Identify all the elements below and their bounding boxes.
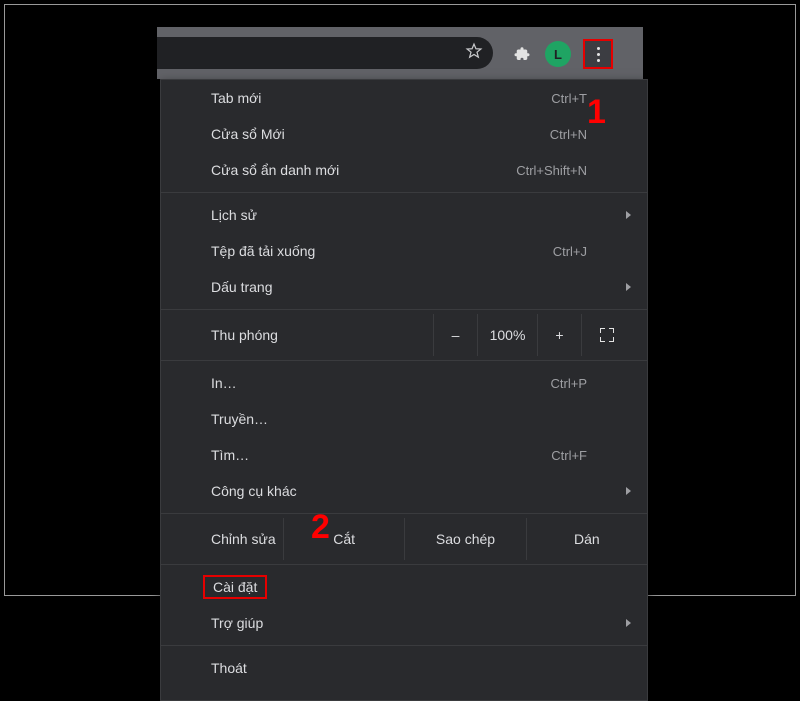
zoom-controls: – 100% +: [411, 314, 631, 356]
menu-label: Tab mới: [211, 90, 551, 106]
fullscreen-button[interactable]: [581, 314, 631, 356]
menu-label: Cài đặt: [211, 575, 631, 599]
edit-copy-button[interactable]: Sao chép: [404, 518, 525, 560]
menu-label: Thu phóng: [211, 327, 411, 343]
extensions-icon[interactable]: [509, 41, 535, 67]
edit-cut-button[interactable]: Cắt: [283, 518, 404, 560]
menu-separator: [161, 513, 647, 514]
menu-label: Truyền…: [211, 411, 631, 427]
menu-separator: [161, 309, 647, 310]
menu-item-find[interactable]: Tìm… Ctrl+F: [161, 437, 647, 473]
chevron-right-icon: [626, 619, 631, 627]
menu-item-history[interactable]: Lịch sử: [161, 197, 647, 233]
zoom-value: 100%: [477, 314, 537, 356]
edit-label: Chỉnh sửa: [161, 518, 283, 560]
menu-padding: [161, 686, 647, 700]
menu-shortcut: Ctrl+T: [551, 91, 631, 106]
menu-separator: [161, 645, 647, 646]
menu-shortcut: Ctrl+P: [551, 376, 631, 391]
menu-item-new-window[interactable]: Cửa sổ Mới Ctrl+N: [161, 116, 647, 152]
menu-item-new-tab[interactable]: Tab mới Ctrl+T: [161, 80, 647, 116]
menu-label: Trợ giúp: [211, 615, 631, 631]
menu-item-edit-row: Chỉnh sửa Cắt Sao chép Dán: [161, 518, 647, 560]
zoom-out-button[interactable]: –: [433, 314, 477, 356]
profile-avatar[interactable]: L: [545, 41, 571, 67]
browser-toolbar: L: [157, 27, 643, 79]
menu-item-cast[interactable]: Truyền…: [161, 401, 647, 437]
menu-label: Tệp đã tải xuống: [211, 243, 553, 259]
address-bar[interactable]: [157, 37, 493, 69]
menu-separator: [161, 564, 647, 565]
chevron-right-icon: [626, 487, 631, 495]
zoom-in-button[interactable]: +: [537, 314, 581, 356]
bookmark-star-icon[interactable]: [465, 42, 483, 65]
menu-label: Lịch sử: [211, 207, 631, 223]
menu-label: Dấu trang: [211, 279, 631, 295]
menu-item-help[interactable]: Trợ giúp: [161, 605, 647, 641]
menu-separator: [161, 192, 647, 193]
menu-item-bookmarks[interactable]: Dấu trang: [161, 269, 647, 305]
chevron-right-icon: [626, 211, 631, 219]
screenshot-frame: L Tab mới Ctrl+T Cửa sổ Mới Ctrl+N Cửa s…: [4, 4, 796, 596]
fullscreen-icon: [600, 328, 614, 342]
menu-item-incognito[interactable]: Cửa sổ ẩn danh mới Ctrl+Shift+N: [161, 152, 647, 188]
menu-item-zoom: Thu phóng – 100% +: [161, 314, 647, 356]
kebab-menu-icon[interactable]: [583, 39, 613, 69]
menu-label: Thoát: [211, 660, 631, 676]
menu-shortcut: Ctrl+J: [553, 244, 631, 259]
chevron-right-icon: [626, 283, 631, 291]
menu-item-more-tools[interactable]: Công cụ khác: [161, 473, 647, 509]
menu-shortcut: Ctrl+Shift+N: [516, 163, 631, 178]
edit-paste-button[interactable]: Dán: [526, 518, 647, 560]
more-vert-icon: [597, 47, 600, 62]
menu-label: Tìm…: [211, 447, 551, 463]
settings-highlight-box: Cài đặt: [203, 575, 267, 599]
menu-separator: [161, 360, 647, 361]
menu-label: Cửa sổ Mới: [211, 126, 550, 142]
menu-item-downloads[interactable]: Tệp đã tải xuống Ctrl+J: [161, 233, 647, 269]
menu-item-print[interactable]: In… Ctrl+P: [161, 365, 647, 401]
chrome-main-menu: Tab mới Ctrl+T Cửa sổ Mới Ctrl+N Cửa sổ …: [160, 79, 648, 701]
menu-label: Công cụ khác: [211, 483, 631, 499]
menu-item-exit[interactable]: Thoát: [161, 650, 647, 686]
menu-shortcut: Ctrl+N: [550, 127, 631, 142]
menu-label: Cửa sổ ẩn danh mới: [211, 162, 516, 178]
menu-shortcut: Ctrl+F: [551, 448, 631, 463]
menu-label: In…: [211, 375, 551, 391]
